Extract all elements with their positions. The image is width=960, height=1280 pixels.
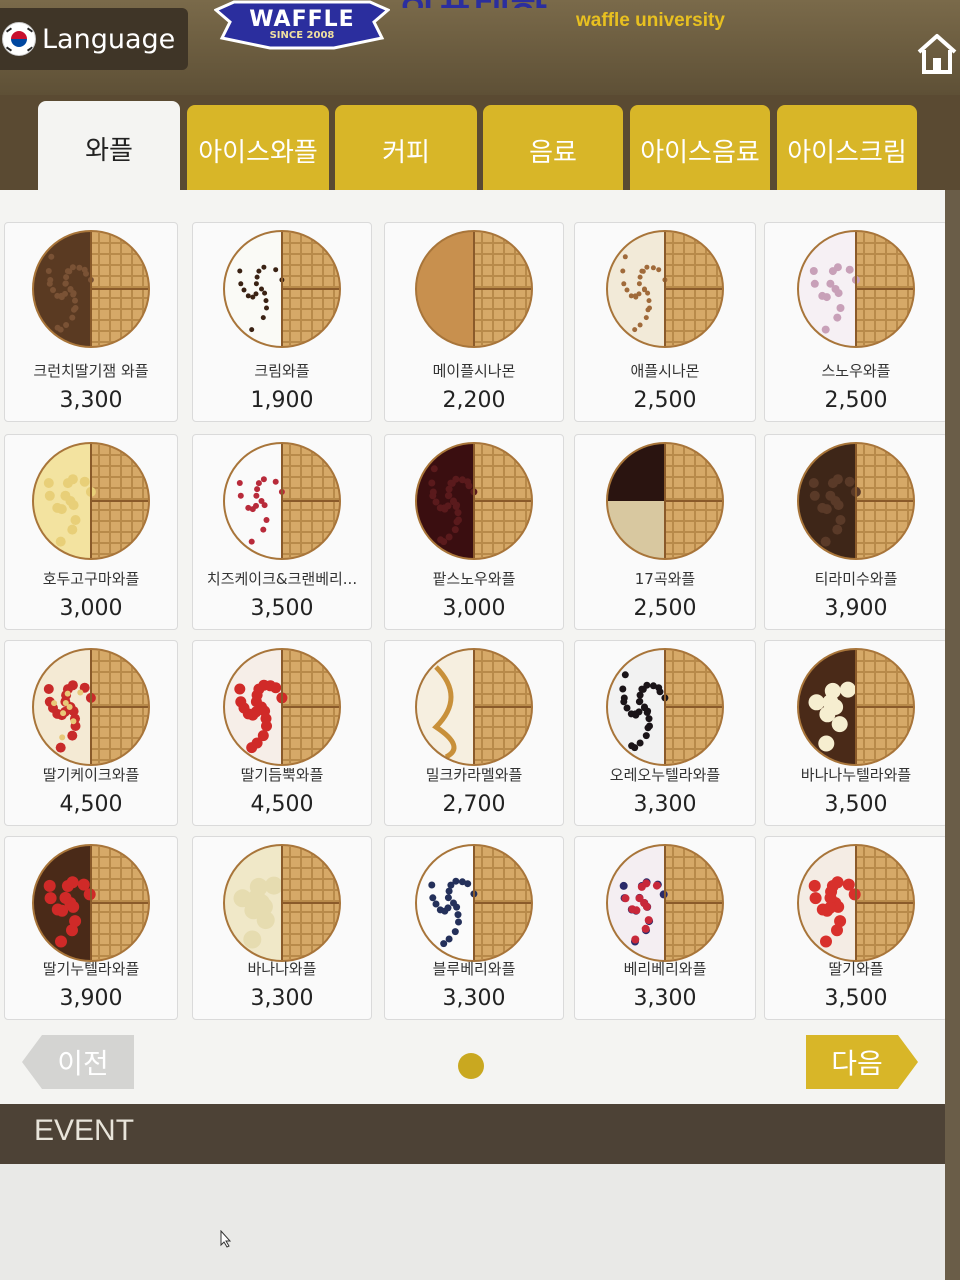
prev-page-button[interactable]: 이전: [22, 1035, 134, 1089]
menu-item-price: 3,300: [633, 986, 697, 1011]
tab-3[interactable]: 커피: [335, 105, 477, 195]
menu-item-card[interactable]: 크런치딸기잼 와플 3,300: [4, 222, 178, 422]
menu-item-price: 2,200: [442, 388, 506, 413]
screen-bezel: [945, 190, 960, 1280]
menu-item-price: 3,300: [250, 986, 314, 1011]
menu-item-name: 팥스노우와플: [432, 570, 516, 588]
menu-item-card[interactable]: 블루베리와플 3,300: [384, 836, 564, 1020]
menu-item-card[interactable]: 메이플시나몬 2,200: [384, 222, 564, 422]
menu-item-name: 애플시나몬: [630, 362, 700, 380]
language-label: Language: [42, 23, 176, 55]
menu-item-name: 블루베리와플: [432, 960, 516, 978]
tab-6[interactable]: 아이스크림: [777, 105, 917, 195]
event-area: [0, 1164, 945, 1280]
menu-item-card[interactable]: 치즈케이크&크랜베리... 3,500: [192, 434, 372, 630]
menu-panel: 크런치딸기잼 와플 3,300 크림와플 1,900 메이플시나몬 2,200 애플시…: [0, 190, 948, 1105]
brand-korean-name: 와플대학: [400, 0, 580, 8]
menu-item-name: 바나나와플: [247, 960, 317, 978]
event-bar: EVENT: [0, 1104, 945, 1164]
menu-item-name: 메이플시나몬: [432, 362, 516, 380]
tab-label: 커피: [382, 137, 430, 168]
menu-item-card[interactable]: 바나나누텔라와플 3,500: [764, 640, 948, 826]
menu-item-price: 1,900: [250, 388, 314, 413]
menu-item-price: 2,500: [824, 388, 888, 413]
menu-item-price: 3,000: [59, 596, 123, 621]
menu-item-card[interactable]: 딸기와플 3,500: [764, 836, 948, 1020]
menu-item-card[interactable]: 베리베리와플 3,300: [574, 836, 756, 1020]
menu-item-price: 4,500: [250, 792, 314, 817]
menu-item-price: 2,700: [442, 792, 506, 817]
menu-item-card[interactable]: 밀크카라멜와플 2,700: [384, 640, 564, 826]
menu-item-card[interactable]: 크림와플 1,900: [192, 222, 372, 422]
menu-item-name: 티라미수와플: [814, 570, 898, 588]
menu-item-name: 딸기와플: [828, 960, 884, 978]
event-title: EVENT: [34, 1114, 135, 1147]
menu-item-name: 스노우와플: [821, 362, 891, 380]
tab-1[interactable]: 와플: [38, 101, 180, 195]
brand-logo: WAFFLE SINCE 2008: [213, 0, 391, 50]
menu-item-card[interactable]: 호두고구마와플 3,000: [4, 434, 178, 630]
menu-item-price: 3,300: [59, 388, 123, 413]
category-tabs: 와플 아이스와플 커피 음료 아이스음료 아이스크림: [0, 95, 960, 195]
tab-label: 아이스와플: [198, 137, 318, 168]
menu-item-card[interactable]: 팥스노우와플 3,000: [384, 434, 564, 630]
menu-item-card[interactable]: 딸기케이크와플 4,500: [4, 640, 178, 826]
menu-item-name: 17곡와플: [634, 570, 696, 588]
home-icon[interactable]: [916, 30, 958, 76]
menu-item-price: 3,500: [824, 792, 888, 817]
menu-item-name: 오레오누텔라와플: [609, 766, 721, 784]
tab-label: 음료: [529, 137, 577, 168]
page-indicator-dot: [458, 1053, 484, 1079]
menu-item-card[interactable]: 스노우와플 2,500: [764, 222, 948, 422]
menu-item-card[interactable]: 17곡와플 2,500: [574, 434, 756, 630]
menu-item-name: 바나나누텔라와플: [800, 766, 912, 784]
korea-flag-icon: [2, 22, 36, 56]
menu-item-name: 치즈케이크&크랜베리...: [206, 570, 358, 588]
tab-2[interactable]: 아이스와플: [187, 105, 329, 195]
menu-item-price: 4,500: [59, 792, 123, 817]
tab-label: 아이스음료: [640, 137, 760, 168]
menu-item-price: 3,300: [442, 986, 506, 1011]
menu-item-name: 딸기누텔라와플: [42, 960, 140, 978]
menu-item-name: 크런치딸기잼 와플: [33, 362, 149, 380]
menu-item-card[interactable]: 티라미수와플 3,900: [764, 434, 948, 630]
brand-english-name: waffle university: [576, 10, 725, 31]
menu-item-name: 베리베리와플: [623, 960, 707, 978]
menu-item-price: 3,000: [442, 596, 506, 621]
tab-label: 와플: [85, 135, 133, 166]
menu-item-card[interactable]: 오레오누텔라와플 3,300: [574, 640, 756, 826]
menu-item-name: 딸기케이크와플: [42, 766, 140, 784]
menu-item-name: 밀크카라멜와플: [425, 766, 523, 784]
menu-item-name: 크림와플: [254, 362, 310, 380]
menu-item-price: 3,500: [824, 986, 888, 1011]
menu-item-price: 3,900: [59, 986, 123, 1011]
menu-item-price: 2,500: [633, 596, 697, 621]
menu-item-card[interactable]: 딸기듬뿍와플 4,500: [192, 640, 372, 826]
menu-item-price: 3,500: [250, 596, 314, 621]
header-bar: Language WAFFLE SINCE 2008 와플대학 waffle u…: [0, 0, 960, 95]
next-page-button[interactable]: 다음: [806, 1035, 918, 1089]
menu-item-name: 호두고구마와플: [42, 570, 140, 588]
menu-item-card[interactable]: 바나나와플 3,300: [192, 836, 372, 1020]
prev-page-label: 이전: [57, 1047, 109, 1080]
menu-item-name: 딸기듬뿍와플: [240, 766, 324, 784]
menu-item-card[interactable]: 딸기누텔라와플 3,900: [4, 836, 178, 1020]
mouse-cursor-icon: [220, 1229, 232, 1252]
language-button[interactable]: Language: [0, 8, 188, 70]
menu-item-card[interactable]: 애플시나몬 2,500: [574, 222, 756, 422]
tab-5[interactable]: 아이스음료: [630, 105, 770, 195]
menu-item-price: 3,300: [633, 792, 697, 817]
tab-4[interactable]: 음료: [483, 105, 623, 195]
menu-item-price: 2,500: [633, 388, 697, 413]
menu-item-price: 3,900: [824, 596, 888, 621]
next-page-label: 다음: [831, 1047, 883, 1080]
tab-label: 아이스크림: [787, 137, 907, 168]
